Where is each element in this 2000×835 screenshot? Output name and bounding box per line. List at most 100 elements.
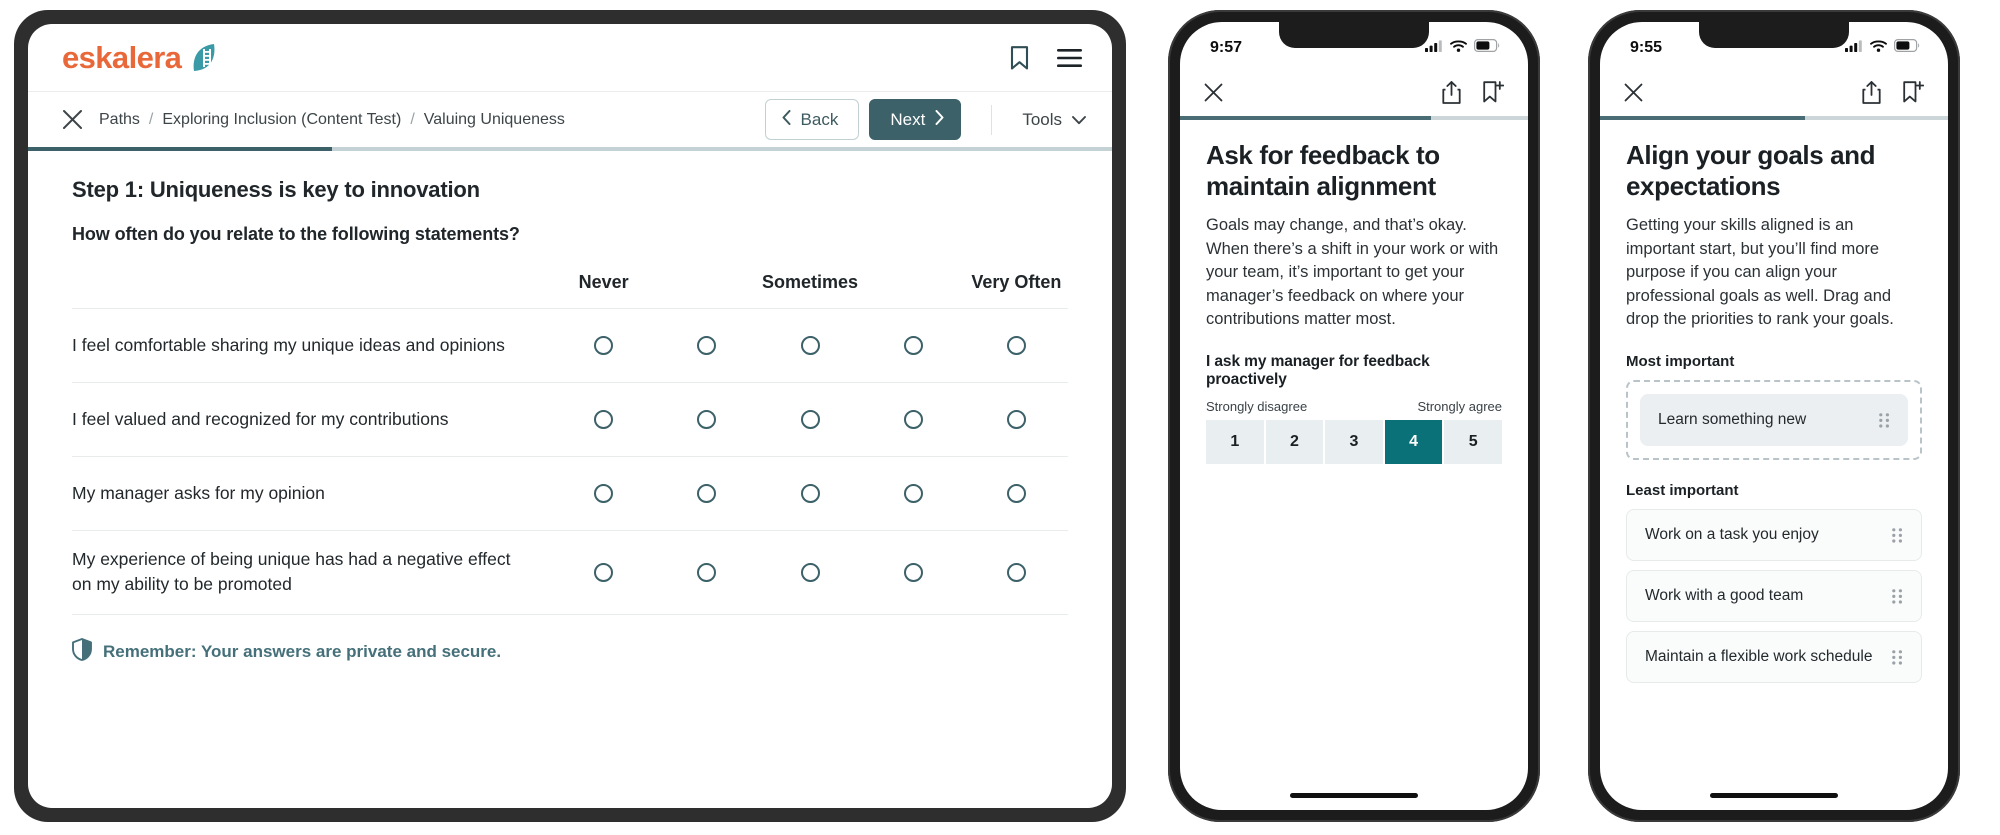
privacy-note-text: Remember: Your answers are private and s… (103, 641, 502, 661)
survey-question: How often do you relate to the following… (72, 224, 520, 244)
radio-option-3[interactable] (800, 562, 820, 582)
radio-cell[interactable] (758, 484, 861, 504)
breadcrumb-item-current[interactable]: Valuing Uniqueness (424, 111, 565, 129)
phone-topbar-2 (1600, 68, 1948, 116)
radio-cell[interactable] (552, 484, 655, 504)
radio-option-1[interactable] (594, 484, 614, 504)
table-row: My manager asks for my opinion (72, 456, 1068, 530)
radio-cell[interactable] (552, 336, 655, 356)
breadcrumb-item-paths[interactable]: Paths (99, 111, 140, 129)
radio-cell[interactable] (552, 410, 655, 430)
radio-cell[interactable] (862, 562, 965, 582)
radio-cell[interactable] (862, 484, 965, 504)
radio-cell[interactable] (862, 410, 965, 430)
most-important-dropzone[interactable]: Learn something new (1626, 380, 1922, 461)
radio-cell[interactable] (758, 410, 861, 430)
likert-option-3[interactable]: 3 (1325, 420, 1383, 465)
most-important-label: Most important (1626, 353, 1735, 371)
radio-option-5[interactable] (1006, 484, 1026, 504)
bookmark-add-icon[interactable] (1483, 81, 1504, 103)
breadcrumb-separator: / (148, 110, 154, 128)
radio-cell[interactable] (655, 410, 758, 430)
radio-option-4[interactable] (903, 336, 923, 356)
phone-device-frame-1: 9:57 Ask for feedback to maintain alignm… (1168, 10, 1540, 822)
cellular-signal-icon (1425, 39, 1443, 57)
radio-option-4[interactable] (903, 484, 923, 504)
radio-option-4[interactable] (903, 562, 923, 582)
radio-option-3[interactable] (800, 484, 820, 504)
back-button[interactable]: Back (764, 99, 860, 140)
radio-cell[interactable] (655, 336, 758, 356)
list-item[interactable]: Learn something new (1640, 394, 1908, 447)
likert-right-label: Strongly agree (1417, 399, 1502, 415)
statement-label: My experience of being unique has had a … (72, 549, 511, 595)
list-item-label: Work with a good team (1645, 587, 1804, 605)
least-important-label: Least important (1626, 482, 1739, 500)
drag-handle-icon[interactable] (1879, 413, 1890, 428)
radio-option-5[interactable] (1006, 336, 1026, 356)
likert-option-1[interactable]: 1 (1206, 420, 1264, 465)
radio-cell[interactable] (552, 562, 655, 582)
phone-screen-2: 9:55 Align your goals and expectations G… (1600, 22, 1948, 810)
toolbar-divider (991, 104, 993, 135)
phone-notch (1699, 22, 1849, 48)
share-upload-icon[interactable] (1442, 80, 1461, 104)
list-item-label: Learn something new (1658, 411, 1807, 429)
likert-matrix-header: Never Sometimes Very Often (72, 271, 1068, 308)
home-indicator (1710, 793, 1838, 798)
status-bar-time: 9:55 (1630, 39, 1663, 56)
next-button[interactable]: Next (869, 99, 962, 140)
radio-cell[interactable] (758, 562, 861, 582)
close-x-icon[interactable] (1204, 83, 1223, 102)
drag-handle-icon[interactable] (1892, 528, 1903, 543)
step-navigation: Back Next Tools (764, 99, 1086, 140)
radio-option-2[interactable] (697, 484, 717, 504)
radio-cell[interactable] (965, 410, 1068, 430)
likert-option-4[interactable]: 4 (1384, 420, 1443, 465)
wifi-icon (1870, 39, 1887, 57)
app-logo: eskalera (62, 40, 217, 76)
radio-option-1[interactable] (594, 410, 614, 430)
phone-device-frame-2: 9:55 Align your goals and expectations G… (1588, 10, 1960, 822)
radio-cell[interactable] (655, 484, 758, 504)
brand-name: eskalera (62, 39, 182, 75)
drag-handle-icon[interactable] (1892, 589, 1903, 604)
hamburger-menu-icon[interactable] (1057, 48, 1082, 67)
radio-option-3[interactable] (800, 336, 820, 356)
close-x-icon[interactable] (1624, 83, 1643, 102)
bookmark-icon[interactable] (1010, 45, 1029, 70)
share-upload-icon[interactable] (1862, 80, 1881, 104)
radio-cell[interactable] (655, 562, 758, 582)
list-item[interactable]: Maintain a flexible work schedule (1626, 631, 1922, 684)
radio-cell[interactable] (965, 336, 1068, 356)
likert-option-2[interactable]: 2 (1265, 420, 1324, 465)
list-item[interactable]: Work on a task you enjoy (1626, 509, 1922, 562)
likert-question: I ask my manager for feedback proactivel… (1206, 353, 1430, 389)
table-row: My experience of being unique has had a … (72, 530, 1068, 615)
tools-dropdown[interactable]: Tools (1022, 110, 1086, 130)
radio-option-1[interactable] (594, 562, 614, 582)
radio-cell[interactable] (965, 562, 1068, 582)
cellular-signal-icon (1845, 39, 1863, 57)
likert-left-label: Strongly disagree (1206, 399, 1308, 415)
radio-cell[interactable] (862, 336, 965, 356)
likert-endpoint-labels: Strongly disagree Strongly agree (1206, 399, 1502, 414)
radio-option-2[interactable] (697, 336, 717, 356)
radio-option-3[interactable] (800, 410, 820, 430)
column-header-sometimes: Sometimes (761, 272, 859, 292)
close-x-icon[interactable] (62, 109, 83, 130)
radio-cell[interactable] (758, 336, 861, 356)
radio-option-1[interactable] (594, 336, 614, 356)
radio-option-5[interactable] (1006, 410, 1026, 430)
bookmark-add-icon[interactable] (1903, 81, 1924, 103)
likert-option-5[interactable]: 5 (1444, 420, 1502, 465)
phone-topbar-actions (1862, 80, 1924, 104)
radio-option-4[interactable] (903, 410, 923, 430)
breadcrumb-item-path[interactable]: Exploring Inclusion (Content Test) (162, 111, 401, 129)
radio-cell[interactable] (965, 484, 1068, 504)
list-item[interactable]: Work with a good team (1626, 570, 1922, 623)
radio-option-5[interactable] (1006, 562, 1026, 582)
radio-option-2[interactable] (697, 410, 717, 430)
radio-option-2[interactable] (697, 562, 717, 582)
drag-handle-icon[interactable] (1892, 650, 1903, 665)
